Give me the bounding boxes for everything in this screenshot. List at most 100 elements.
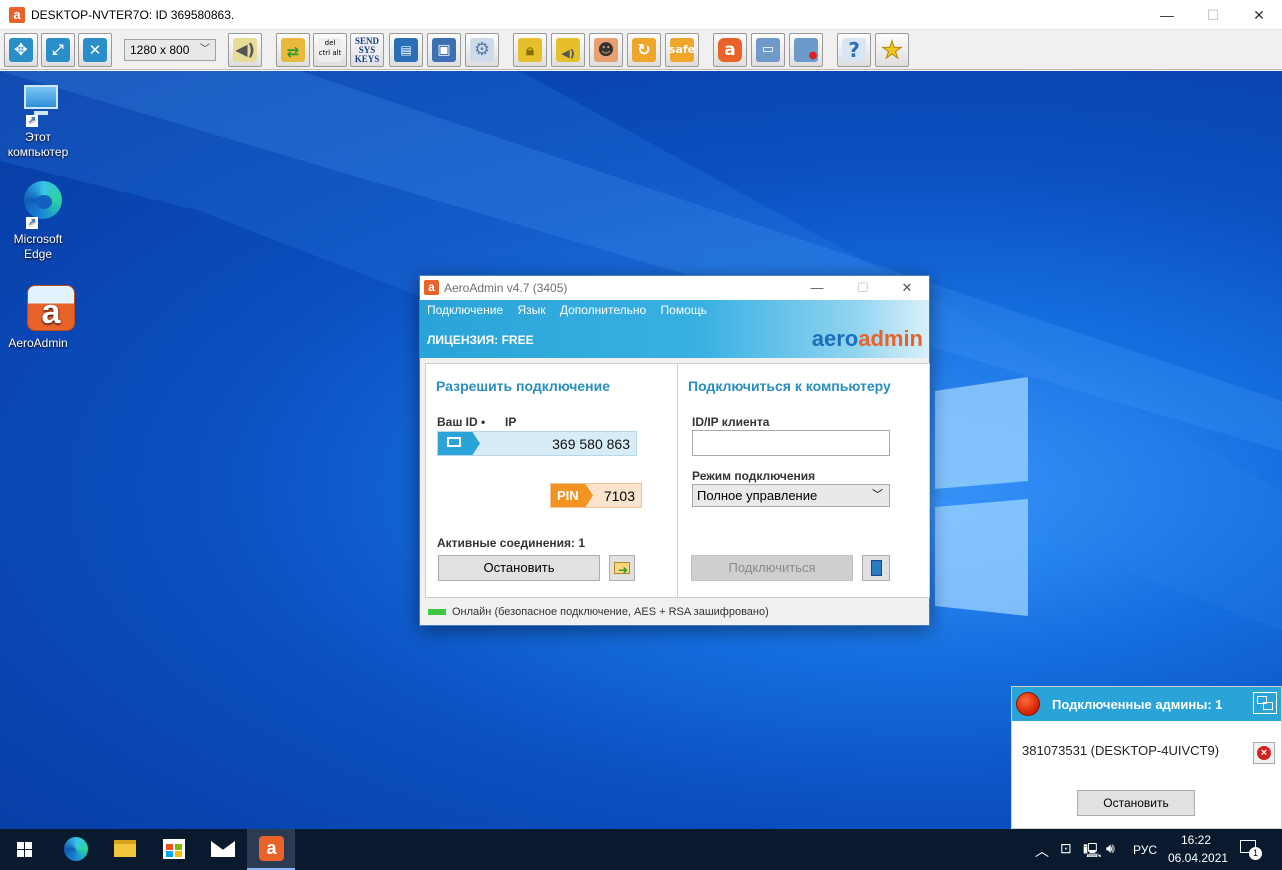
- id-value: 369 580 863: [552, 436, 630, 452]
- client-id-input[interactable]: [692, 430, 890, 456]
- desktop-icon-label: Этот: [25, 130, 51, 144]
- notif-stop-button[interactable]: Остановить: [1077, 790, 1195, 816]
- desktop-icon-aeroadmin[interactable]: a AeroAdmin: [0, 285, 76, 351]
- mail-icon: [211, 841, 235, 857]
- connected-admins-title: Подключенные админы: 1: [1052, 697, 1223, 712]
- aeroadmin-title: AeroAdmin v4.7 (3405): [444, 281, 568, 295]
- record-button[interactable]: ●: [789, 33, 823, 67]
- license-label: ЛИЦЕНЗИЯ: FREE: [427, 333, 534, 347]
- mode-select[interactable]: Полное управление ﹀: [692, 484, 890, 507]
- connected-admins-panel: Подключенные админы: 1 381073531 (DESKTO…: [1011, 686, 1282, 829]
- active-connections-label: Активные соединения: 1: [437, 536, 586, 550]
- lock-audio-button[interactable]: ◀): [551, 33, 585, 67]
- fit-screen-button[interactable]: ✥: [4, 33, 38, 67]
- ctrl-alt-del-button[interactable]: del ctrl alt: [313, 33, 347, 67]
- mode-label: Режим подключения: [692, 469, 816, 483]
- address-book-icon: [871, 560, 882, 576]
- connect-heading: Подключиться к компьютеру: [688, 378, 891, 394]
- connect-button[interactable]: Подключиться: [691, 555, 853, 581]
- pin-label: PIN: [551, 484, 593, 507]
- chevron-down-icon: ﹀: [200, 44, 210, 55]
- taskbar-aeroadmin[interactable]: a: [247, 829, 295, 870]
- tools-button[interactable]: ✕: [78, 33, 112, 67]
- ip-label[interactable]: IP: [505, 415, 516, 429]
- session-panel-button[interactable]: ➜: [609, 555, 635, 581]
- volume-icon[interactable]: 🔊︎: [1106, 840, 1115, 857]
- taskbar-explorer[interactable]: [100, 829, 148, 870]
- action-center-button[interactable]: 1: [1240, 838, 1262, 860]
- fullscreen-button[interactable]: ⤢: [41, 33, 75, 67]
- aeroadmin-logo: aeroadmin: [812, 326, 923, 352]
- id-field[interactable]: 369 580 863: [437, 431, 637, 456]
- ethernet-icon[interactable]: 🖳︎: [1083, 840, 1102, 864]
- menu-connection[interactable]: Подключение: [427, 303, 503, 317]
- menu-help[interactable]: Помощь: [661, 303, 707, 317]
- sound-button[interactable]: ◀): [228, 33, 262, 67]
- send-sys-keys-button[interactable]: SEND SYS KEYS: [350, 33, 384, 67]
- desktop-icon-label: Edge: [23, 247, 53, 261]
- show-hidden-icons-button[interactable]: ︿: [1035, 841, 1049, 861]
- logo-part-aero: aero: [811, 326, 859, 351]
- start-button[interactable]: [0, 829, 48, 870]
- desktop-icon-label: AeroAdmin: [8, 336, 68, 350]
- safe-button[interactable]: safe: [665, 33, 699, 67]
- logo-part-admin: admin: [858, 326, 923, 351]
- notification-count: 1: [1249, 847, 1262, 860]
- device-manager-button[interactable]: ▣: [427, 33, 461, 67]
- window-titlebar: a DESKTOP-NVTER7O: ID 369580863. — ☐ ✕: [0, 0, 1282, 30]
- screenshot-button[interactable]: ▭: [751, 33, 785, 67]
- user-button[interactable]: ☻: [589, 33, 623, 67]
- menu-advanced[interactable]: Дополнительно: [560, 303, 646, 317]
- remote-info-button[interactable]: ▤: [389, 33, 423, 67]
- aeroadmin-titlebar: a AeroAdmin v4.7 (3405) — ☐ ✕: [420, 276, 929, 300]
- window-title: DESKTOP-NVTER7O: ID 369580863.: [31, 8, 235, 22]
- taskbar-edge[interactable]: [51, 829, 99, 870]
- desktop-icon-label: компьютер: [7, 145, 69, 159]
- taskbar: a ︿ ⊡ 🖳︎ 🔊︎ РУС 16:22 06.04.2021 1: [0, 829, 1282, 870]
- help-button[interactable]: ?: [837, 33, 871, 67]
- language-indicator[interactable]: РУС: [1133, 843, 1157, 857]
- close-icon: ×: [1257, 746, 1271, 760]
- taskbar-store[interactable]: [149, 829, 197, 870]
- pin-value: 7103: [603, 488, 635, 504]
- desktop-icon-edge[interactable]: ↗ Microsoft Edge: [0, 181, 76, 262]
- allow-connection-panel: Разрешить подключение Ваш ID • IP 369 58…: [425, 363, 678, 598]
- online-indicator: [428, 609, 446, 616]
- minimize-button[interactable]: —: [1144, 0, 1190, 30]
- aa-minimize-button[interactable]: —: [794, 276, 840, 300]
- desktop-icon-label: Microsoft: [13, 232, 63, 246]
- id-label: Ваш ID •: [437, 415, 486, 429]
- refresh-button[interactable]: ↻: [627, 33, 661, 67]
- allow-heading: Разрешить подключение: [436, 378, 611, 394]
- disconnect-admin-button[interactable]: ×: [1253, 742, 1275, 764]
- del-key-label: del: [324, 39, 336, 47]
- admin-entry: 381073531 (DESKTOP-4UIVCT9): [1022, 743, 1220, 758]
- address-book-button[interactable]: [862, 555, 890, 581]
- keys-label: KEYS: [354, 54, 380, 64]
- safe-label: safe: [668, 43, 696, 56]
- edge-icon: [64, 837, 88, 861]
- stop-button[interactable]: Остановить: [438, 555, 600, 581]
- network-status-icon[interactable]: ⊡: [1060, 840, 1072, 857]
- menu-language[interactable]: Язык: [517, 303, 545, 317]
- pin-field[interactable]: PIN 7103: [550, 483, 642, 508]
- aeroadmin-icon: a: [259, 836, 284, 861]
- options-button[interactable]: ⚙: [465, 33, 499, 67]
- switch-screen-button[interactable]: [1253, 692, 1277, 714]
- clock-date[interactable]: 06.04.2021: [1168, 851, 1228, 865]
- aeroadmin-app-icon: a: [9, 7, 25, 23]
- lock-button[interactable]: 🔒︎: [513, 33, 547, 67]
- aa-maximize-button[interactable]: ☐: [840, 276, 886, 300]
- desktop-icon-this-pc[interactable]: ↗ Этот компьютер: [0, 79, 76, 160]
- favorite-button[interactable]: ★: [875, 33, 909, 67]
- aa-close-button[interactable]: ✕: [884, 276, 930, 300]
- file-transfer-button[interactable]: ⇄: [276, 33, 310, 67]
- maximize-button[interactable]: ☐: [1190, 0, 1236, 30]
- resolution-select[interactable]: 1280 x 800 ﹀: [124, 39, 216, 61]
- taskbar-mail[interactable]: [198, 829, 246, 870]
- aeroadmin-button[interactable]: a: [713, 33, 747, 67]
- clock-time[interactable]: 16:22: [1181, 833, 1211, 847]
- ctrl-key-label: ctrl: [318, 49, 331, 57]
- close-button[interactable]: ✕: [1236, 0, 1282, 30]
- connected-admins-header: Подключенные админы: 1: [1012, 687, 1281, 721]
